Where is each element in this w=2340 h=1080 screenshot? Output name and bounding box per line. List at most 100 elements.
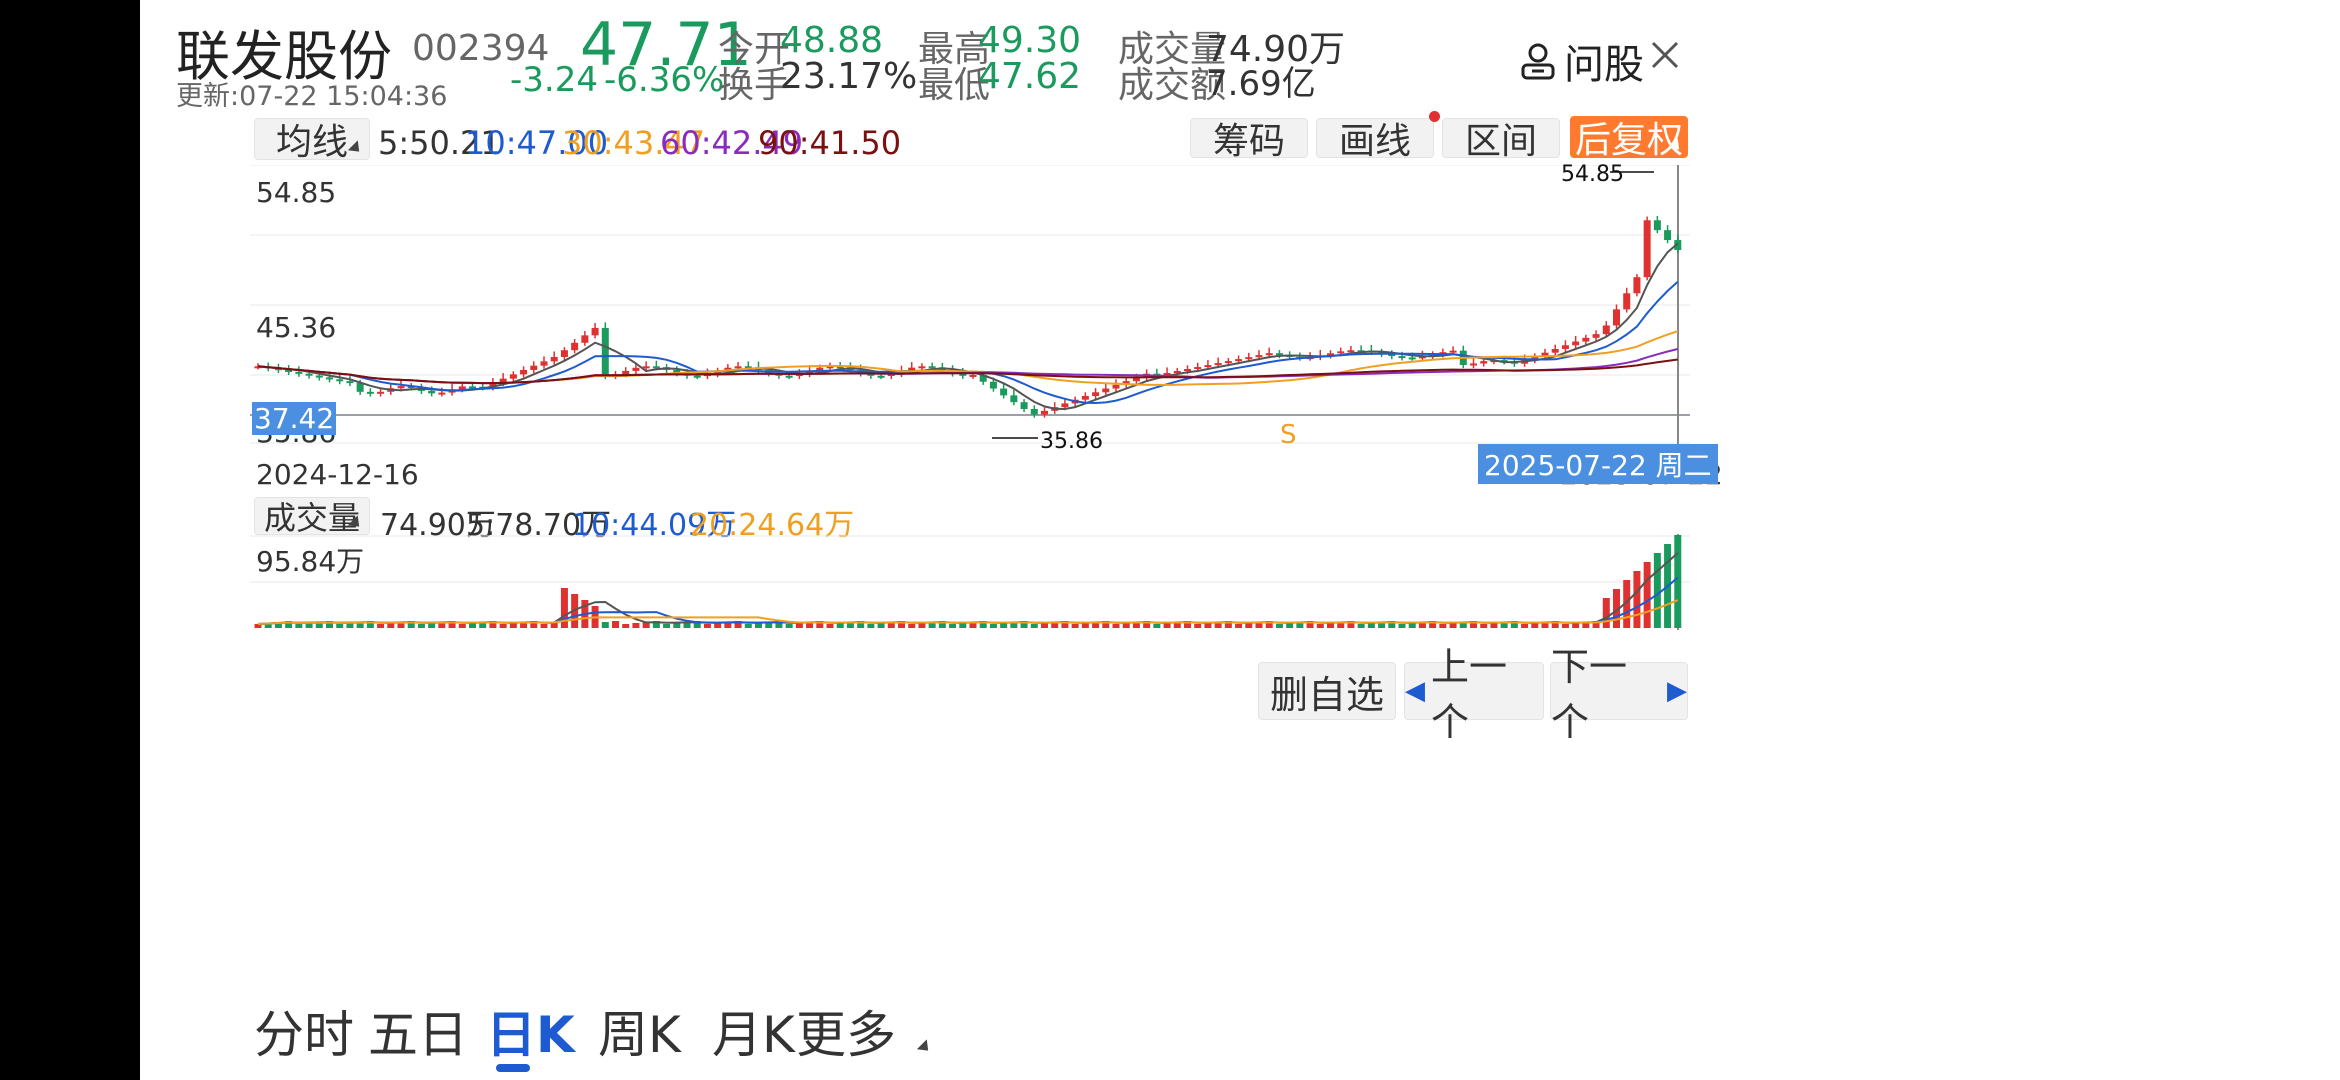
volume-bar	[1643, 562, 1651, 628]
candle-body	[305, 373, 313, 376]
ma-selector-button[interactable]: 均线	[254, 118, 370, 163]
previous-stock-button[interactable]: ◀ 上一个	[1404, 645, 1544, 744]
volume-bar	[417, 624, 425, 628]
candle-body	[1347, 350, 1355, 353]
candle-body	[1204, 365, 1212, 368]
tab-five-day[interactable]: 五日	[368, 995, 468, 1067]
adjust-button[interactable]: 后复权	[1570, 116, 1688, 161]
active-tab-indicator	[496, 1064, 530, 1072]
candle-body	[989, 381, 997, 389]
candle-body	[1010, 395, 1018, 403]
ma90-value: 90:41.50	[758, 124, 902, 162]
volume-bar	[601, 622, 609, 628]
candle-body	[1480, 361, 1488, 364]
close-icon[interactable]	[1650, 40, 1680, 70]
volume-bar	[867, 624, 875, 628]
volume-bar	[949, 624, 957, 628]
candle-body	[1408, 357, 1416, 360]
volume-bar	[1521, 624, 1529, 628]
candle-body	[877, 375, 885, 378]
volume-bar	[989, 624, 997, 628]
remove-watchlist-button[interactable]: 删自选	[1258, 662, 1396, 720]
volume-bar	[1000, 623, 1008, 628]
candle-body	[366, 391, 374, 394]
tab-more-label: 更多	[796, 1006, 896, 1064]
candle-body	[1398, 356, 1406, 359]
draw-line-button[interactable]: 画线	[1316, 118, 1434, 162]
candle-body	[1653, 220, 1661, 231]
volume-bar	[1653, 553, 1661, 628]
volume-bar	[1194, 624, 1202, 628]
volume-bar	[826, 624, 834, 628]
tab-intraday[interactable]: 分时	[254, 995, 354, 1067]
volume-bar	[714, 623, 722, 628]
volume-ma-line	[257, 599, 1679, 625]
candle-body	[632, 367, 640, 371]
high-value: 49.30	[978, 20, 1082, 61]
candle-body	[438, 392, 446, 395]
candle-body	[591, 327, 599, 336]
candle-body	[1664, 230, 1672, 241]
chips-button[interactable]: 筹码	[1190, 118, 1308, 162]
max-price-marker: 54.85	[1561, 162, 1624, 187]
volume-bar	[1572, 623, 1580, 628]
volume-bar	[1449, 623, 1457, 628]
adjust-label: 后复权	[1574, 120, 1683, 161]
candle-body	[469, 386, 476, 389]
stock-detail-screen: 联发股份 002394 更新:07-22 15:04:36 47.71 -3.2…	[140, 0, 2340, 1080]
volume-selector-label: 成交量	[263, 499, 360, 537]
volume-bar	[663, 624, 671, 628]
volume-bar	[622, 624, 630, 628]
candle-body	[1572, 341, 1580, 346]
candlestick-chart[interactable]	[250, 165, 1690, 465]
next-stock-label: 下一个	[1551, 645, 1628, 744]
candle-body	[530, 365, 538, 371]
volume-bar	[1357, 624, 1365, 628]
candle-body	[1265, 353, 1273, 356]
volume-bar	[1439, 624, 1447, 628]
price-change: -3.24	[510, 60, 598, 100]
volume-bar	[1071, 624, 1079, 628]
volume-bar	[428, 623, 436, 628]
tab-monthly-k[interactable]: 月K	[712, 995, 795, 1067]
ask-stock-button[interactable]: 问股	[1520, 32, 1644, 90]
tab-more[interactable]: 更多	[796, 995, 934, 1067]
candle-body	[1235, 359, 1243, 362]
candle-body	[336, 379, 344, 382]
volume-bar	[1122, 623, 1130, 628]
previous-stock-label: 上一个	[1431, 645, 1508, 744]
start-date-label: 2024-12-16	[256, 458, 419, 491]
volume-bar	[540, 624, 548, 628]
candle-body	[346, 381, 354, 384]
candle-body	[1020, 402, 1028, 409]
next-stock-button[interactable]: 下一个 ▶	[1550, 645, 1688, 744]
volume-bar	[1398, 624, 1406, 628]
volume-bar	[877, 623, 885, 628]
tab-weekly-k[interactable]: 周K	[598, 995, 681, 1067]
volume-chart[interactable]	[250, 534, 1690, 630]
volume-bar	[673, 623, 681, 628]
volume-bar	[1275, 624, 1283, 628]
candle-body	[1613, 309, 1620, 326]
candle-body	[734, 366, 742, 369]
price-change-pct: -6.36%	[604, 60, 725, 100]
volume-bar	[1041, 623, 1048, 628]
volume-bar	[1490, 623, 1498, 628]
candle-body	[601, 327, 609, 377]
candle-body	[1112, 384, 1120, 389]
range-button[interactable]: 区间	[1442, 118, 1560, 162]
tab-daily-k[interactable]: 日K	[486, 995, 575, 1067]
volume-bar	[703, 624, 711, 628]
volume-bar	[1081, 623, 1089, 628]
volume-selector-button[interactable]: 成交量	[254, 497, 370, 537]
candle-body	[969, 374, 977, 377]
volume-bar	[499, 624, 507, 628]
volume-bar	[1316, 624, 1324, 628]
candle-body	[1061, 403, 1069, 408]
candle-body	[571, 342, 579, 351]
candle-body	[540, 361, 548, 366]
notification-dot	[1429, 111, 1440, 122]
volume-ma-line	[257, 576, 1679, 625]
candle-body	[1184, 369, 1191, 372]
moving-average-line	[257, 281, 1679, 405]
